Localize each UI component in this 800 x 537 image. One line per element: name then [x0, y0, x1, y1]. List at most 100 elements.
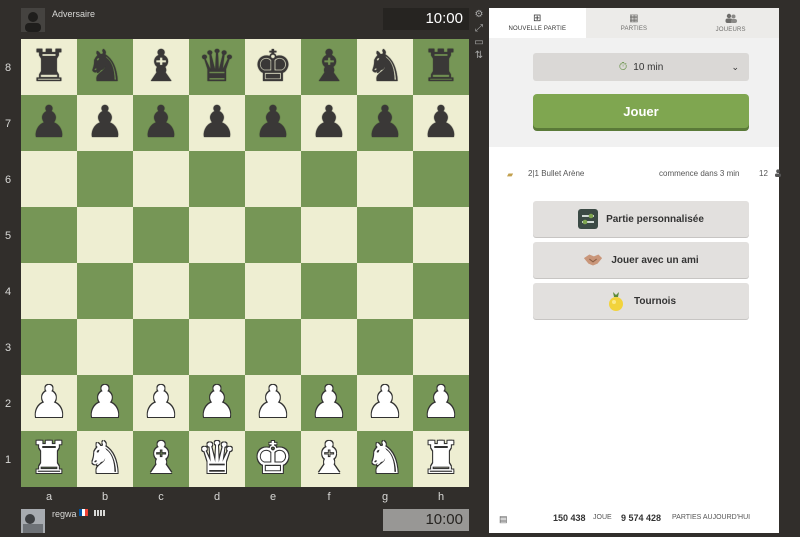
square-h7[interactable]: ♟ — [413, 95, 469, 151]
square-g1[interactable]: ♞ — [357, 431, 413, 487]
square-f7[interactable]: ♟ — [301, 95, 357, 151]
square-d5[interactable] — [189, 207, 245, 263]
flip-icon[interactable]: ⇅ — [474, 51, 484, 61]
square-h1[interactable]: ♜ — [413, 431, 469, 487]
square-e5[interactable] — [245, 207, 301, 263]
black-piece-h7[interactable]: ♟ — [421, 101, 460, 145]
square-a1[interactable]: ♜ — [21, 431, 77, 487]
tab-games[interactable]: ▦ PARTIES — [586, 8, 683, 38]
square-f5[interactable] — [301, 207, 357, 263]
square-b3[interactable] — [77, 319, 133, 375]
square-a7[interactable]: ♟ — [21, 95, 77, 151]
tournaments-button[interactable]: Tournois — [533, 283, 749, 319]
white-piece-e1[interactable]: ♚ — [253, 437, 292, 481]
white-piece-f2[interactable]: ♟ — [309, 381, 348, 425]
white-piece-c1[interactable]: ♝ — [141, 437, 180, 481]
square-a5[interactable] — [21, 207, 77, 263]
white-piece-h2[interactable]: ♟ — [421, 381, 460, 425]
time-control-select[interactable]: ⏱ 10 min ⌄ — [533, 53, 749, 81]
white-piece-d2[interactable]: ♟ — [197, 381, 236, 425]
square-g2[interactable]: ♟ — [357, 375, 413, 431]
white-piece-g2[interactable]: ♟ — [365, 381, 404, 425]
chess-board[interactable]: ♜ ♞ ♝ ♛ ♚ ♝ ♞ ♜ ♟ ♟ ♟ ♟ ♟ ♟ ♟ ♟ ♟ ♟ ♟ ♟ ♟ ♟ ♟ ♟ ♜ ♞ ♝ ♛ ♚ ♝ ♞ ♜ — [21, 39, 469, 487]
square-e3[interactable] — [245, 319, 301, 375]
black-piece-g7[interactable]: ♟ — [365, 101, 404, 145]
square-h3[interactable] — [413, 319, 469, 375]
chat-icon[interactable]: ▤ — [499, 514, 508, 525]
black-piece-g8[interactable]: ♞ — [365, 45, 404, 89]
square-b2[interactable]: ♟ — [77, 375, 133, 431]
arena-row[interactable]: ▰ 2|1 Bullet Arène commence dans 3 min 1… — [489, 168, 781, 182]
white-piece-b1[interactable]: ♞ — [85, 437, 124, 481]
square-c4[interactable] — [133, 263, 189, 319]
black-piece-e8[interactable]: ♚ — [253, 45, 292, 89]
square-b8[interactable]: ♞ — [77, 39, 133, 95]
square-f3[interactable] — [301, 319, 357, 375]
square-e8[interactable]: ♚ — [245, 39, 301, 95]
square-g3[interactable] — [357, 319, 413, 375]
white-piece-g1[interactable]: ♞ — [365, 437, 404, 481]
white-piece-a2[interactable]: ♟ — [29, 381, 68, 425]
black-piece-a7[interactable]: ♟ — [29, 101, 68, 145]
board-icon[interactable]: ▭ — [474, 38, 484, 48]
square-e7[interactable]: ♟ — [245, 95, 301, 151]
square-c5[interactable] — [133, 207, 189, 263]
square-a3[interactable] — [21, 319, 77, 375]
white-piece-b2[interactable]: ♟ — [85, 381, 124, 425]
square-f6[interactable] — [301, 151, 357, 207]
square-g8[interactable]: ♞ — [357, 39, 413, 95]
square-e2[interactable]: ♟ — [245, 375, 301, 431]
square-h5[interactable] — [413, 207, 469, 263]
square-c7[interactable]: ♟ — [133, 95, 189, 151]
square-c8[interactable]: ♝ — [133, 39, 189, 95]
black-piece-c8[interactable]: ♝ — [141, 45, 180, 89]
square-d8[interactable]: ♛ — [189, 39, 245, 95]
square-g4[interactable] — [357, 263, 413, 319]
square-a6[interactable] — [21, 151, 77, 207]
play-friend-button[interactable]: Jouer avec un ami — [533, 242, 749, 278]
square-a8[interactable]: ♜ — [21, 39, 77, 95]
expand-icon[interactable]: ⤢ — [474, 24, 484, 34]
square-a2[interactable]: ♟ — [21, 375, 77, 431]
square-f2[interactable]: ♟ — [301, 375, 357, 431]
square-a4[interactable] — [21, 263, 77, 319]
white-piece-h1[interactable]: ♜ — [421, 437, 460, 481]
black-piece-c7[interactable]: ♟ — [141, 101, 180, 145]
square-f1[interactable]: ♝ — [301, 431, 357, 487]
black-piece-b8[interactable]: ♞ — [85, 45, 124, 89]
square-h6[interactable] — [413, 151, 469, 207]
square-f4[interactable] — [301, 263, 357, 319]
square-b5[interactable] — [77, 207, 133, 263]
black-piece-f7[interactable]: ♟ — [309, 101, 348, 145]
white-piece-c2[interactable]: ♟ — [141, 381, 180, 425]
square-d4[interactable] — [189, 263, 245, 319]
square-b1[interactable]: ♞ — [77, 431, 133, 487]
white-piece-a1[interactable]: ♜ — [29, 437, 68, 481]
square-d3[interactable] — [189, 319, 245, 375]
square-g7[interactable]: ♟ — [357, 95, 413, 151]
square-h4[interactable] — [413, 263, 469, 319]
square-d6[interactable] — [189, 151, 245, 207]
square-d1[interactable]: ♛ — [189, 431, 245, 487]
custom-game-button[interactable]: Partie personnalisée — [533, 201, 749, 237]
square-g6[interactable] — [357, 151, 413, 207]
square-c1[interactable]: ♝ — [133, 431, 189, 487]
square-b6[interactable] — [77, 151, 133, 207]
square-f8[interactable]: ♝ — [301, 39, 357, 95]
square-g5[interactable] — [357, 207, 413, 263]
square-c2[interactable]: ♟ — [133, 375, 189, 431]
black-piece-d8[interactable]: ♛ — [197, 45, 236, 89]
play-button[interactable]: Jouer — [533, 94, 749, 128]
square-e4[interactable] — [245, 263, 301, 319]
black-piece-b7[interactable]: ♟ — [85, 101, 124, 145]
white-piece-f1[interactable]: ♝ — [309, 437, 348, 481]
black-piece-h8[interactable]: ♜ — [421, 45, 460, 89]
black-piece-d7[interactable]: ♟ — [197, 101, 236, 145]
square-e1[interactable]: ♚ — [245, 431, 301, 487]
square-c6[interactable] — [133, 151, 189, 207]
black-piece-a8[interactable]: ♜ — [29, 45, 68, 89]
square-d2[interactable]: ♟ — [189, 375, 245, 431]
black-piece-e7[interactable]: ♟ — [253, 101, 292, 145]
square-e6[interactable] — [245, 151, 301, 207]
gear-icon[interactable]: ⚙ — [474, 10, 484, 20]
